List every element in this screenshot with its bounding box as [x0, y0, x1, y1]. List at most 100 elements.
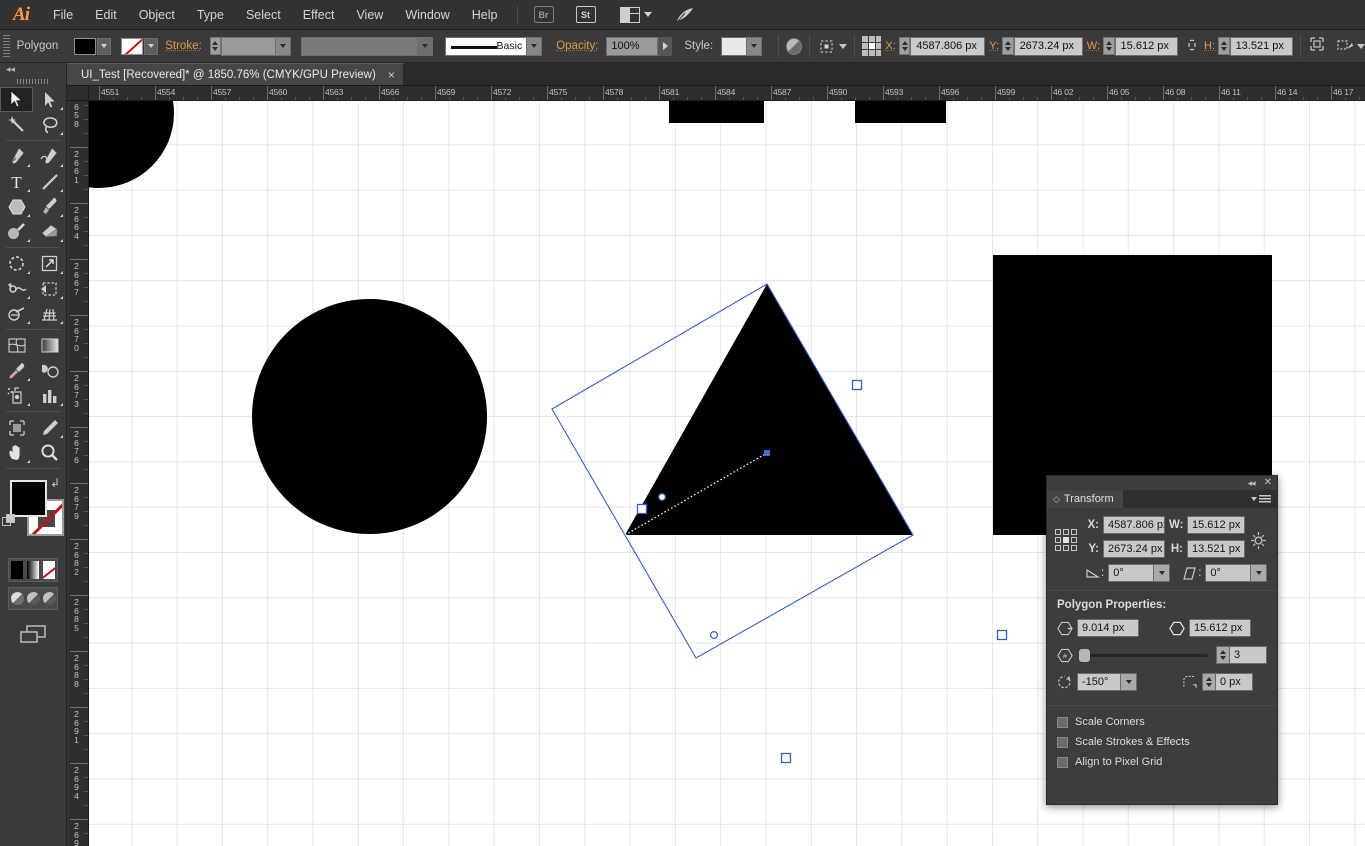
opacity-label[interactable]: Opacity: — [556, 40, 598, 52]
fill-dropdown-arrow-icon[interactable] — [97, 37, 112, 55]
color-mode-solid-icon[interactable] — [11, 561, 23, 579]
magic-wand-tool[interactable] — [0, 112, 33, 137]
shear-dropdown-arrow-icon[interactable] — [1251, 564, 1268, 582]
shaper-tool[interactable] — [0, 219, 33, 244]
tools-collapse-icon[interactable]: ◂◂ — [0, 63, 66, 76]
stroke-weight-arrow-icon[interactable] — [276, 36, 292, 56]
corner-radius-stepper[interactable] — [1202, 673, 1215, 691]
rotate-tool[interactable] — [0, 251, 33, 276]
stroke-weight-value[interactable] — [221, 36, 277, 56]
align-pixel-grid-checkbox[interactable] — [1057, 756, 1068, 768]
stroke-profile-arrow-icon[interactable] — [418, 36, 434, 56]
h-field[interactable]: 13.521 px — [1229, 36, 1294, 56]
slice-tool[interactable] — [33, 415, 66, 440]
free-transform-tool[interactable] — [33, 276, 66, 301]
h-stepper[interactable] — [1218, 37, 1230, 55]
w-field[interactable]: 15.612 px — [1114, 36, 1179, 56]
scale-corners-checkbox[interactable] — [1057, 716, 1068, 728]
polygon-angle-field[interactable]: -150° — [1077, 673, 1121, 691]
screen-mode-menubar-icon[interactable] — [26, 592, 40, 605]
document-tab[interactable]: UI_Test [Recovered]* @ 1850.76% (CMYK/GP… — [67, 63, 404, 85]
menu-effect[interactable]: Effect — [292, 0, 346, 30]
stroke-weight-combo[interactable] — [221, 36, 292, 56]
fill-swatch[interactable] — [74, 37, 97, 55]
gradient-tool[interactable] — [33, 333, 66, 358]
align-pixel-grid-row[interactable]: Align to Pixel Grid — [1057, 756, 1277, 768]
w-stepper[interactable] — [1103, 37, 1115, 55]
screen-mode-full-icon[interactable] — [42, 592, 56, 605]
sides-stepper-group[interactable]: 3 — [1216, 646, 1267, 664]
mesh-tool[interactable] — [0, 333, 33, 358]
fill-swatch-control[interactable] — [74, 37, 112, 55]
paintbrush-tool[interactable] — [33, 194, 66, 219]
graphic-style-swatch[interactable] — [721, 36, 748, 56]
graphic-style-arrow-icon[interactable] — [747, 36, 763, 56]
panel-menu-icon[interactable] — [1251, 494, 1271, 504]
menu-file[interactable]: File — [42, 0, 84, 30]
polygon-angle-combo[interactable]: -150° — [1077, 673, 1137, 691]
angle-dropdown-arrow-icon[interactable] — [1154, 564, 1171, 582]
lasso-tool[interactable] — [33, 112, 66, 137]
control-bar-grip[interactable] — [3, 35, 10, 57]
collapse-icon[interactable]: ◂◂ — [1248, 478, 1256, 489]
swap-fill-stroke-icon[interactable]: ↲ — [50, 476, 60, 490]
tab-transform[interactable]: ◇ Transform — [1047, 490, 1123, 508]
side-length-field[interactable]: 9.014 px — [1077, 619, 1139, 637]
stock-badge-icon[interactable]: St — [575, 0, 596, 30]
isolate-selected-object-icon[interactable] — [1308, 35, 1326, 58]
selection-handle-left[interactable] — [636, 503, 648, 515]
polygon-anchor-widget[interactable] — [709, 630, 718, 639]
column-graph-tool[interactable] — [33, 383, 66, 408]
vertical-ruler[interactable]: 2658 2661 2664 2667 2670 2673 2676 2679 2682 2685… — [70, 101, 89, 846]
triangle-shape[interactable] — [625, 284, 913, 535]
horizontal-ruler[interactable]: 4551 4554 4557 4560 4563 4566 4569 4572 4575 4578… — [89, 86, 1365, 101]
reference-point-selector[interactable] — [1055, 529, 1077, 551]
align-dropdown[interactable] — [817, 37, 848, 56]
menu-window[interactable]: Window — [394, 0, 460, 30]
menu-view[interactable]: View — [345, 0, 394, 30]
blend-tool[interactable] — [33, 358, 66, 383]
constrain-proportions-icon[interactable] — [1247, 531, 1269, 550]
panel-title-bar[interactable]: ◂◂ ✕ — [1047, 476, 1277, 490]
hand-tool[interactable] — [0, 440, 33, 465]
edit-toolbar-button[interactable] — [0, 622, 66, 646]
line-segment-tool[interactable] — [33, 169, 66, 194]
y-stepper[interactable] — [1002, 37, 1014, 55]
adobe-stock-rocket-icon[interactable] — [674, 0, 696, 30]
sides-slider[interactable] — [1079, 648, 1208, 662]
selection-handle-top[interactable] — [851, 379, 863, 391]
polygon-radius-handle[interactable] — [764, 450, 770, 456]
symbol-sprayer-tool[interactable] — [0, 383, 33, 408]
opacity-arrow-icon[interactable] — [658, 36, 673, 56]
stroke-swatch-control[interactable] — [121, 37, 159, 55]
screen-mode-normal-icon[interactable] — [10, 592, 24, 605]
stroke-weight-stepper[interactable] — [209, 37, 222, 55]
ruler-corner[interactable] — [67, 86, 89, 101]
radius-field[interactable]: 15.612 px — [1189, 619, 1251, 637]
x-stepper[interactable] — [898, 37, 911, 55]
arrange-documents-icon[interactable] — [619, 0, 652, 30]
color-mode-gradient-icon[interactable] — [27, 561, 39, 579]
brush-preview[interactable]: Basic — [445, 36, 528, 56]
menu-object[interactable]: Object — [128, 0, 186, 30]
constrain-proportions-icon[interactable] — [1185, 37, 1199, 56]
polygon-corner-widget[interactable] — [657, 493, 666, 502]
rotate-angle-combo[interactable]: 0° — [1108, 564, 1171, 582]
w-field[interactable]: 15.612 px — [1187, 516, 1245, 534]
curvature-tool[interactable] — [33, 144, 66, 169]
default-fill-stroke-icon[interactable] — [2, 514, 17, 528]
menu-type[interactable]: Type — [186, 0, 235, 30]
scale-tool[interactable] — [33, 251, 66, 276]
scale-strokes-checkbox[interactable] — [1057, 736, 1068, 748]
menu-help[interactable]: Help — [461, 0, 509, 30]
scale-strokes-row[interactable]: Scale Strokes & Effects — [1057, 736, 1277, 748]
x-field[interactable]: 4587.806 px — [1103, 516, 1165, 534]
eyedropper-tool[interactable] — [0, 358, 33, 383]
menu-edit[interactable]: Edit — [84, 0, 128, 30]
recolor-artwork-icon[interactable] — [786, 37, 803, 55]
shear-field[interactable]: 0° — [1205, 564, 1252, 582]
selection-tool[interactable] — [0, 87, 33, 112]
sides-field[interactable]: 3 — [1229, 646, 1267, 664]
shape-builder-tool[interactable] — [0, 301, 33, 326]
stroke-dropdown-arrow-icon[interactable] — [144, 37, 159, 55]
